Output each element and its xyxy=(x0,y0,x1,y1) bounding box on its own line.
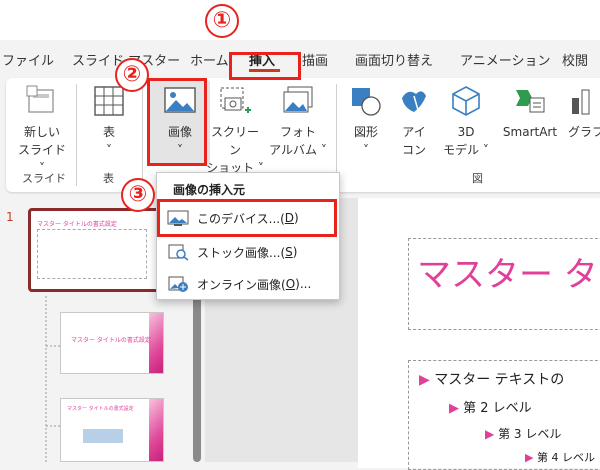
bullet-1: ▶ マスター テキストの xyxy=(419,372,565,388)
new-slide-label-1: 新しい xyxy=(23,125,60,139)
tab-home[interactable]: ホーム xyxy=(190,50,229,69)
table-chevron: ˅ xyxy=(106,143,112,157)
tab-review[interactable]: 校閲 xyxy=(562,50,588,69)
slide-canvas: マスター タ ▶ マスター テキストの ▶ 第 2 レベル ▶ 第 3 レベル … xyxy=(358,198,600,470)
separator xyxy=(76,84,77,186)
title-placeholder[interactable]: マスター タ xyxy=(408,238,600,330)
table-label: 表 xyxy=(102,125,115,139)
highlight-image-button xyxy=(147,78,207,166)
screenshot-button[interactable]: スクリーン ショット ˅ xyxy=(206,84,264,177)
thumbnail-graphic xyxy=(83,429,123,443)
shapes-label: 図形 xyxy=(353,125,378,139)
slide-number: 1 xyxy=(6,210,14,224)
thumbnail-title: マスター タイトルの書式設定 xyxy=(37,221,117,228)
tab-file[interactable]: ファイル xyxy=(2,50,54,69)
new-slide-icon xyxy=(26,85,54,113)
stock-image-icon xyxy=(168,244,189,261)
thumbnail-decoration xyxy=(149,313,163,373)
thumbnail-decoration xyxy=(149,399,163,461)
thumbnail-placeholder xyxy=(37,229,147,279)
group-label-illustrations: 図 xyxy=(472,172,483,185)
thumbnail-title: マスター タイトルの書式設定 xyxy=(67,406,134,412)
highlight-this-device xyxy=(157,199,337,237)
bullet-2: ▶ 第 2 レベル xyxy=(449,401,532,416)
group-label-slide: スライド xyxy=(22,172,66,185)
tab-transitions[interactable]: 画面切り替え xyxy=(355,50,433,69)
step-1-marker: ① xyxy=(205,4,239,38)
photo-album-label-1: フォト xyxy=(279,125,316,139)
icons-label-2: コン xyxy=(401,143,426,157)
tab-animations[interactable]: アニメーション xyxy=(460,50,550,69)
shapes-button[interactable]: 図形 ˅ xyxy=(344,84,388,159)
3d-model-button[interactable]: 3D モデル ˅ xyxy=(440,84,492,159)
menu-item-online-images[interactable]: オンライン画像(O)... xyxy=(167,271,311,297)
layout-thumbnail-1[interactable]: マスター タイトルの書式設定 xyxy=(60,312,164,374)
group-label-table: 表 xyxy=(103,172,114,185)
separator xyxy=(336,84,337,186)
online-image-icon xyxy=(168,276,188,292)
icons-label-1: アイ xyxy=(402,125,426,139)
slide-title: マスター タ xyxy=(417,255,598,295)
photo-album-label-2: アルバム ˅ xyxy=(269,143,327,157)
bullet-3: ▶ 第 3 レベル xyxy=(485,427,562,441)
photo-album-icon xyxy=(283,86,313,113)
icons-button[interactable]: アイ コン xyxy=(394,84,434,159)
menu-item-stock-images[interactable]: ストック画像...(S) xyxy=(167,239,297,265)
shapes-icon xyxy=(352,88,381,116)
new-slide-button[interactable]: 新しい スライド ˅ xyxy=(14,84,70,177)
smartart-label: SmartArt xyxy=(502,125,558,139)
shapes-chevron: ˅ xyxy=(363,143,369,157)
bullet-4: ▶ 第 4 レベル xyxy=(525,451,595,464)
screenshot-icon xyxy=(220,87,251,113)
layout-thumbnail-2[interactable]: マスター タイトルの書式設定 xyxy=(60,398,164,462)
thumbnail-connector xyxy=(45,296,60,462)
cube-icon xyxy=(452,86,480,116)
photo-album-button[interactable]: フォト アルバム ˅ xyxy=(268,84,328,159)
chart-label: グラフ xyxy=(568,125,600,139)
step-2-marker: ② xyxy=(115,58,149,92)
top-margin xyxy=(0,0,600,40)
smartart-button[interactable]: SmartArt xyxy=(498,84,562,141)
menu-header: 画像の挿入元 xyxy=(173,183,246,197)
icons-icon xyxy=(402,91,426,112)
chart-icon xyxy=(572,89,590,115)
step-3-marker: ③ xyxy=(121,178,155,212)
3d-model-label-2: モデル ˅ xyxy=(443,143,489,157)
chart-button[interactable]: グラフ xyxy=(568,84,600,141)
body-placeholder[interactable]: ▶ マスター テキストの ▶ 第 2 レベル ▶ 第 3 レベル ▶ 第 4 レ… xyxy=(408,360,600,470)
highlight-insert-tab xyxy=(229,52,301,80)
screenshot-label-1: スクリーン xyxy=(210,125,259,157)
thumbnail-title: マスター タイトルの書式設定 xyxy=(71,337,151,344)
separator xyxy=(142,84,143,186)
table-button[interactable]: 表 ˅ xyxy=(86,84,132,159)
table-icon xyxy=(94,86,124,116)
smartart-icon xyxy=(516,90,545,113)
tab-draw[interactable]: 描画 xyxy=(302,50,328,69)
3d-model-label-1: 3D xyxy=(457,125,475,139)
